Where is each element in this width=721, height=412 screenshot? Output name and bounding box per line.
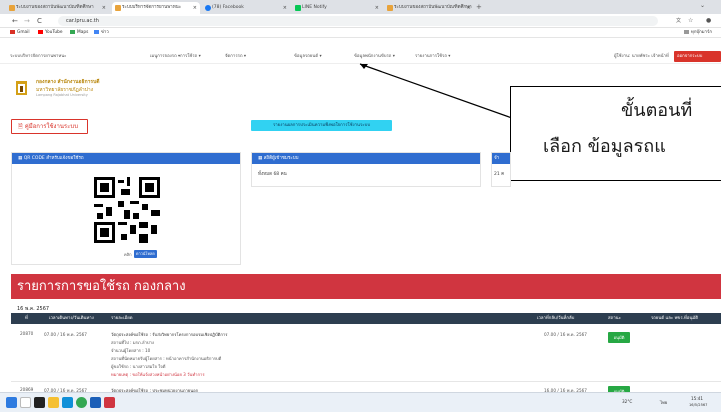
os-taskbar: 32°C ไทย 15:41 16/5/2567 [0,392,721,412]
row-detail-line: วัตถุประสงค์ขอใช้รถ : รับส่งวิทยากรโครงก… [111,332,228,337]
taskbar-lang[interactable]: ไทย [660,399,667,406]
third-stats-card: จำ 21 ค [491,152,511,187]
row-detail-line: จำนวนผู้โดยสาร : 10 [111,348,151,353]
col-status: สถานะ [608,316,621,321]
row-detail-line: ผู้ขอใช้รถ : นางสาวสมใจ ใจดี [111,364,166,369]
instruction-callout: ขั้นตอนที่ เลือก ข้อมูลรถแ [510,86,721,181]
col-detail: รายละเอียด [111,316,133,321]
qr-code-card: ▦ QR CODE สำหรับแจ้งขอใช้รถ คลิก ดาวน์โห… [11,152,241,265]
taskbar-date: 16/5/2567 [689,403,708,407]
col-vehicle: รถยนต์ และ พขร.ที่อนุมัติ [651,316,699,321]
third-card-value: 21 ค [494,172,505,177]
edge-icon[interactable] [62,397,73,408]
row-detail-note: หมายเหตุ : ขอให้แจ้งล่วงหน้าอย่างน้อย 3 … [111,372,205,377]
table-row[interactable]: 20870 07.00 / 16 พ.ค. 2567 วัตถุประสงค์ข… [11,324,721,382]
taskbar-temp: 32°C [622,399,633,404]
qr-card-header: ▦ QR CODE สำหรับแจ้งขอใช้รถ [12,153,240,164]
row-return: 07.00 / 16 พ.ค. 2567 [544,332,587,337]
qr-download-badge[interactable]: ดาวน์โหลด [134,250,157,258]
callout-line1: ขั้นตอนที่ [621,100,693,121]
status-badge[interactable]: อนุมัติ [608,332,630,343]
table-title: รายการการขอใช้รถ กองกลาง [11,274,721,299]
chrome-icon[interactable] [76,397,87,408]
col-depart: เวลาเดินทาง/วันเดินทาง [49,316,94,321]
col-return: เวลาที่กลับ/วันที่กลับ [537,316,575,321]
table-date: 16 พ.ค. 2567 [17,306,50,312]
table-header: ที่ เวลาเดินทาง/วันเดินทาง รายละเอียด เว… [11,313,721,324]
visitor-count: ทั้งหมด 68 คน [258,172,287,177]
word-icon[interactable] [90,397,101,408]
row-detail-line: สถานที่ไป : มรภ.ลำปาง [111,340,154,345]
satisfaction-report-button[interactable]: รายงานผลการประเมินความพึงพอใจการใช้งานระ… [251,120,392,131]
qr-caption: คลิก [124,252,132,257]
col-no: ที่ [25,316,28,321]
document-icon: 🗎 [18,123,25,130]
start-icon[interactable] [6,397,17,408]
app-icon[interactable] [104,397,115,408]
task-view-icon[interactable] [34,397,45,408]
visitor-card-header: ▦ สถิติผู้เข้าชมระบบ [252,153,480,164]
visitor-stats-card: ▦ สถิติผู้เข้าชมระบบ ทั้งหมด 68 คน [251,152,481,187]
row-detail-line: สถานที่นัดหมายรับผู้โดยสาร : หน้าอาคารสำ… [111,356,222,361]
search-icon[interactable] [20,397,31,408]
callout-line2: เลือก ข้อมูลรถแ [543,136,666,157]
taskbar-time: 15:41 [691,396,704,401]
qr-code-image[interactable] [94,177,160,243]
folder-icon[interactable] [48,397,59,408]
third-card-header: จำ [492,153,510,164]
user-manual-button[interactable]: 🗎 คู่มือการใช้งานระบบ [11,119,88,134]
row-no: 20870 [20,331,34,336]
row-depart: 07.00 / 16 พ.ค. 2567 [44,332,87,337]
